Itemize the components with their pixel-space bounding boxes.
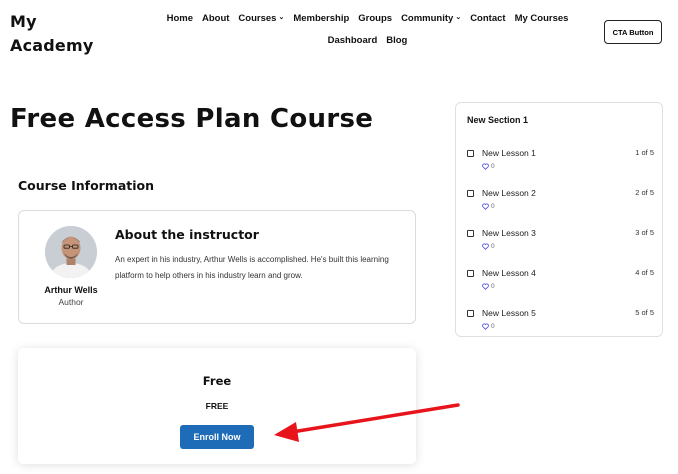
like-count: 0 bbox=[491, 203, 495, 210]
lesson-item[interactable]: New Lesson 2 2 of 5 0 bbox=[466, 186, 654, 216]
like-count: 0 bbox=[491, 283, 495, 290]
lesson-item[interactable]: New Lesson 4 4 of 5 0 bbox=[466, 266, 654, 296]
lesson-item[interactable]: New Lesson 1 1 of 5 0 bbox=[466, 146, 654, 176]
lesson-item[interactable]: New Lesson 5 5 of 5 0 bbox=[466, 306, 654, 336]
lesson-checkbox[interactable] bbox=[467, 230, 474, 237]
course-syllabus: New Section 1 New Lesson 1 1 of 5 0 New … bbox=[455, 102, 663, 337]
lesson-name[interactable]: New Lesson 3 bbox=[482, 228, 536, 238]
heart-icon bbox=[482, 323, 489, 330]
like-count: 0 bbox=[491, 243, 495, 250]
heart-icon bbox=[482, 283, 489, 290]
lesson-checkbox[interactable] bbox=[467, 270, 474, 277]
like-count: 0 bbox=[491, 163, 495, 170]
heart-icon bbox=[482, 203, 489, 210]
section-title: New Section 1 bbox=[467, 115, 529, 125]
lesson-name[interactable]: New Lesson 5 bbox=[482, 308, 536, 318]
like-button[interactable]: 0 bbox=[482, 323, 495, 330]
lesson-count: 4 of 5 bbox=[635, 268, 654, 277]
like-button[interactable]: 0 bbox=[482, 283, 495, 290]
like-button[interactable]: 0 bbox=[482, 163, 495, 170]
lesson-item[interactable]: New Lesson 3 3 of 5 0 bbox=[466, 226, 654, 256]
heart-icon bbox=[482, 163, 489, 170]
like-count: 0 bbox=[491, 323, 495, 330]
like-button[interactable]: 0 bbox=[482, 243, 495, 250]
lesson-checkbox[interactable] bbox=[467, 190, 474, 197]
lesson-count: 1 of 5 bbox=[635, 148, 654, 157]
lesson-name[interactable]: New Lesson 1 bbox=[482, 148, 536, 158]
lesson-checkbox[interactable] bbox=[467, 150, 474, 157]
heart-icon bbox=[482, 243, 489, 250]
lesson-name[interactable]: New Lesson 2 bbox=[482, 188, 536, 198]
lesson-name[interactable]: New Lesson 4 bbox=[482, 268, 536, 278]
like-button[interactable]: 0 bbox=[482, 203, 495, 210]
lesson-checkbox[interactable] bbox=[467, 310, 474, 317]
lesson-count: 3 of 5 bbox=[635, 228, 654, 237]
lesson-count: 5 of 5 bbox=[635, 308, 654, 317]
lesson-count: 2 of 5 bbox=[635, 188, 654, 197]
